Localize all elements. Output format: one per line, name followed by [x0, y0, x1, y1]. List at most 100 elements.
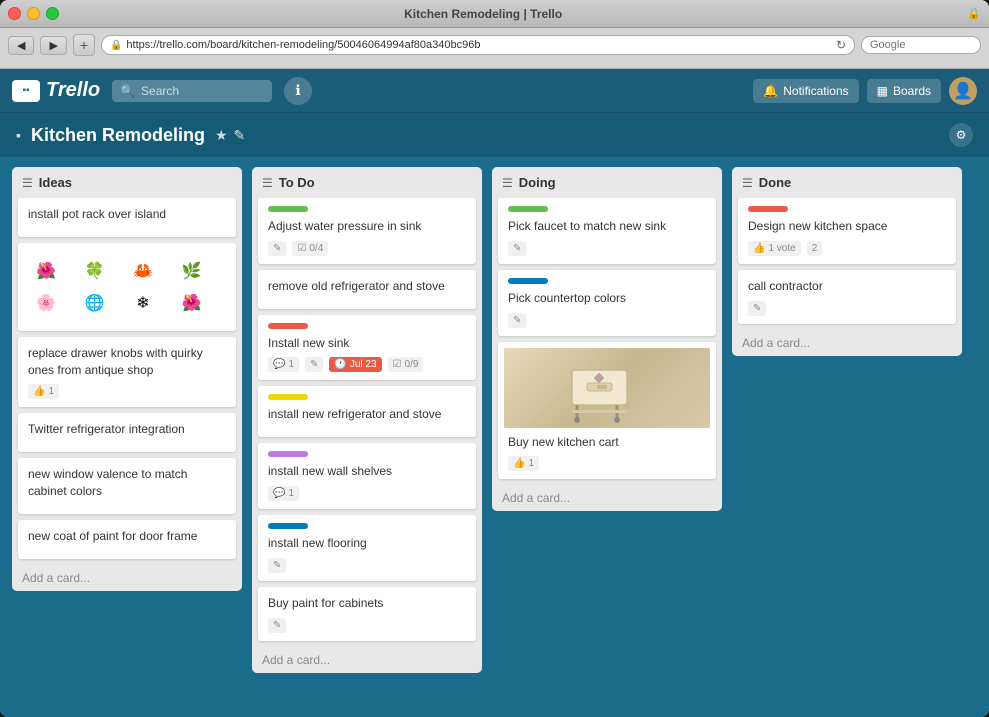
new-tab-button[interactable]: + — [73, 34, 95, 56]
checklist-value: 0/4 — [309, 243, 323, 254]
card-adjust-water-pressure[interactable]: ✎ Adjust water pressure in sink ✎ ☑ 0/4 — [258, 198, 476, 264]
comment-badge: 💬 1 — [268, 486, 299, 501]
thumb-icon: 👍 — [753, 243, 765, 254]
card-label — [268, 523, 308, 529]
card-label — [508, 278, 548, 284]
checklist-badge: ☑ 0/9 — [388, 357, 424, 372]
settings-icon: ⚙ — [956, 128, 967, 142]
card-title: Buy new kitchen cart — [504, 434, 710, 451]
vote-label: 1 vote — [768, 243, 795, 254]
google-search-bar[interactable] — [861, 36, 981, 54]
card-badges: ✎ — [508, 241, 706, 256]
card-badges: 👍 1 — [28, 384, 226, 399]
card-replace-knobs[interactable]: ✎ replace drawer knobs with quirky ones … — [18, 337, 236, 408]
list-icon-doing: ☰ — [502, 176, 513, 190]
card-title: install new flooring — [268, 535, 466, 552]
knob-2: 🍀 — [81, 257, 109, 285]
list-todo: ☰ To Do ✎ Adjust water pressure in sink … — [252, 167, 482, 673]
card-remove-refrigerator[interactable]: ✎ remove old refrigerator and stove — [258, 270, 476, 309]
card-title: remove old refrigerator and stove — [268, 278, 466, 295]
card-window-valence[interactable]: ✎ new window valence to match cabinet co… — [18, 458, 236, 514]
card-label — [268, 394, 308, 400]
card-design-kitchen[interactable]: ✎ Design new kitchen space 👍 1 vote 2 — [738, 198, 956, 264]
card-install-refrigerator-stove[interactable]: ✎ install new refrigerator and stove — [258, 386, 476, 437]
header-search-wrap[interactable]: 🔍 — [112, 80, 272, 102]
due-value: Jul 23 — [350, 359, 377, 370]
card-install-sink[interactable]: ✎ Install new sink 💬 1 ✎ 🕐 Jul 23 — [258, 315, 476, 381]
edit-icon: ✎ — [513, 243, 521, 254]
list-header-done: ☰ Done — [732, 167, 962, 198]
card-install-wall-shelves[interactable]: ✎ install new wall shelves 💬 1 — [258, 443, 476, 509]
card-twitter-refrigerator[interactable]: ✎ Twitter refrigerator integration — [18, 413, 236, 452]
forward-button[interactable]: ▶ — [40, 36, 66, 55]
card-badges: 💬 1 — [268, 486, 466, 501]
edit-badge: ✎ — [748, 301, 766, 316]
back-button[interactable]: ◀ — [8, 36, 34, 55]
add-card-button-done[interactable]: Add a card... — [732, 330, 962, 356]
board-header: ▪ Kitchen Remodeling ★ ✎ ⚙ — [0, 113, 989, 157]
card-label — [268, 451, 308, 457]
knob-6: 🌐 — [81, 289, 109, 317]
list-title-doing: Doing — [519, 175, 712, 190]
list-ideas: ☰ Ideas ✎ install pot rack over island ✎… — [12, 167, 242, 591]
user-avatar[interactable]: 👤 — [949, 77, 977, 105]
info-icon: ℹ — [295, 82, 300, 99]
list-header-todo: ☰ To Do — [252, 167, 482, 198]
trello-header: ▪▪ Trello 🔍 ℹ 🔔 Notifications ▦ Boards — [0, 69, 989, 113]
edit-icon: ✎ — [753, 303, 761, 314]
card-title: new window valence to match cabinet colo… — [28, 466, 226, 500]
notifications-button[interactable]: 🔔 Notifications — [753, 79, 858, 103]
cart-svg — [557, 350, 657, 425]
knob-1: 🌺 — [32, 257, 60, 285]
edit-icon: ✎ — [273, 620, 281, 631]
edit-icon: ✎ — [273, 560, 281, 571]
notifications-label: Notifications — [783, 84, 848, 98]
list-header-ideas: ☰ Ideas — [12, 167, 242, 198]
header-search-icon: 🔍 — [120, 84, 135, 98]
list-title-ideas: Ideas — [39, 175, 232, 190]
card-badges: 👍 1 — [504, 456, 710, 471]
refresh-button[interactable]: ↻ — [836, 38, 846, 52]
board-settings-button[interactable]: ⚙ — [949, 123, 973, 147]
url-input[interactable] — [126, 39, 832, 51]
header-search-input[interactable] — [141, 84, 264, 98]
url-bar[interactable]: 🔒 ↻ — [101, 35, 855, 55]
card-install-pot-rack[interactable]: ✎ install pot rack over island — [18, 198, 236, 237]
card-buy-paint-cabinets[interactable]: ✎ Buy paint for cabinets ✎ — [258, 587, 476, 641]
kitchen-cart-image — [504, 348, 710, 428]
board-settings-wrap: ⚙ — [949, 123, 973, 147]
card-title: install pot rack over island — [28, 206, 226, 223]
comment-count: 1 — [288, 488, 294, 499]
edit-badge: ✎ — [508, 313, 526, 328]
add-card-button-todo[interactable]: Add a card... — [252, 647, 482, 673]
add-card-button-doing[interactable]: Add a card... — [492, 485, 722, 511]
edit-badge: ✎ — [268, 558, 286, 573]
google-search-input[interactable] — [870, 39, 989, 51]
board-star-button[interactable]: ★ — [215, 127, 228, 144]
boards-icon: ▦ — [877, 84, 888, 98]
card-title: Buy paint for cabinets — [268, 595, 466, 612]
card-pick-faucet[interactable]: ✎ Pick faucet to match new sink ✎ — [498, 198, 716, 264]
knob-5: 🌸 — [32, 289, 60, 317]
info-button[interactable]: ℹ — [284, 77, 312, 105]
card-knobs[interactable]: ✎ 🌺 🍀 🦀 🌿 🌸 🌐 ❄ 🌺 — [18, 243, 236, 331]
board-edit-button[interactable]: ✎ — [234, 127, 246, 144]
card-install-flooring[interactable]: ✎ install new flooring ✎ — [258, 515, 476, 581]
edit-badge: ✎ — [508, 241, 526, 256]
vote-badge: 👍 1 — [508, 456, 539, 471]
edit-badge: ✎ — [268, 241, 286, 256]
add-card-button-ideas[interactable]: Add a card... — [12, 565, 242, 591]
boards-button[interactable]: ▦ Boards — [867, 79, 941, 103]
browser-nav: ◀ ▶ + 🔒 ↻ — [8, 34, 981, 56]
card-pick-countertop[interactable]: ✎ Pick countertop colors ✎ — [498, 270, 716, 336]
board-icon: ▪ — [16, 127, 21, 143]
card-door-frame-paint[interactable]: ✎ new coat of paint for door frame — [18, 520, 236, 559]
vote-badge: 👍 1 — [28, 384, 59, 399]
trello-logo: ▪▪ Trello — [12, 79, 100, 102]
knob-3: 🦀 — [129, 257, 157, 285]
list-title-todo: To Do — [279, 175, 472, 190]
card-buy-kitchen-cart[interactable]: ✎ — [498, 342, 716, 480]
list-doing: ☰ Doing ✎ Pick faucet to match new sink … — [492, 167, 722, 511]
board-header-actions: ★ ✎ — [215, 127, 245, 144]
card-call-contractor[interactable]: ✎ call contractor ✎ — [738, 270, 956, 324]
